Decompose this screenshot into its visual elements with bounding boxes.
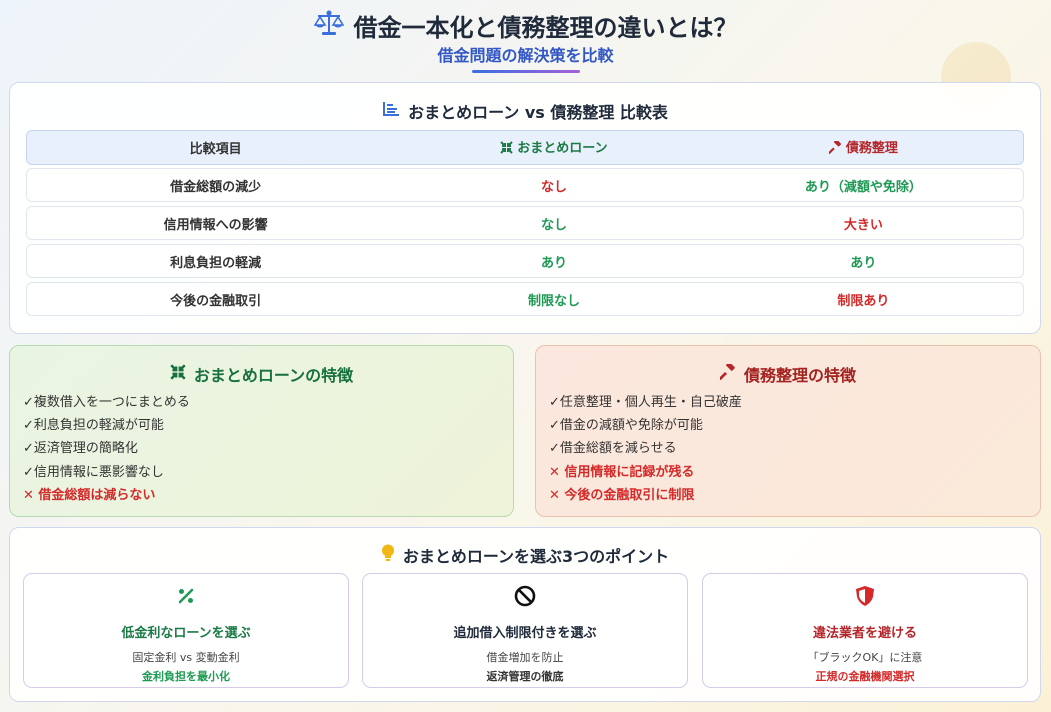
comparison-table-title: おまとめローン vs 債務整理 比較表 (10, 100, 1040, 122)
loan-features-title: おまとめローンの特徴 (10, 363, 513, 385)
points-title: おまとめローンを選ぶ3つのポイント (10, 544, 1040, 566)
compress-icon (500, 141, 513, 158)
table-row: 借金総額の減少 なし あり（減額や免除） (26, 168, 1024, 202)
loan-features-card: おまとめローンの特徴 ✓複数借入を一つにまとめる ✓利息負担の軽減が可能 ✓返済… (9, 345, 514, 517)
loan-features-list: ✓複数借入を一つにまとめる ✓利息負担の軽減が可能 ✓返済管理の簡略化 ✓信用情… (23, 391, 513, 507)
page-subtitle: 借金問題の解決策を比較 (437, 46, 614, 65)
point-card-low-interest: 低金利なローンを選ぶ 固定金利 vs 変動金利 金利負担を最小化 (23, 573, 349, 688)
comparison-table-card: おまとめローン vs 債務整理 比較表 比較項目 おまとめローン 債務整理 借金… (9, 82, 1041, 334)
header-item: 比較項目 (189, 142, 242, 157)
list-item: ✓信用情報に悪影響なし (23, 464, 164, 480)
lightbulb-icon (381, 544, 395, 566)
point-card-avoid-illegal: 違法業者を避ける 「ブラックOK」に注意 正規の金融機関選択 (702, 573, 1028, 688)
compress-icon (170, 364, 186, 384)
header-debt: 債務整理 (704, 137, 1023, 158)
table-row: 今後の金融取引 制限なし 制限あり (26, 282, 1024, 316)
list-item: ✕ 今後の金融取引に制限 (549, 487, 695, 503)
list-item: ✓借金総額を減らせる (549, 441, 677, 457)
points-card: おまとめローンを選ぶ3つのポイント 低金利なローンを選ぶ 固定金利 vs 変動金… (9, 527, 1041, 702)
gavel-icon (827, 139, 842, 158)
chart-bar-icon (382, 101, 400, 121)
gavel-icon (718, 362, 736, 384)
debt-features-title: 債務整理の特徴 (536, 362, 1040, 385)
list-item: ✓利息負担の軽減が可能 (23, 418, 164, 434)
ban-icon (514, 585, 536, 611)
table-row: 利息負担の軽減 あり あり (26, 244, 1024, 278)
table-header-row: 比較項目 おまとめローン 債務整理 (26, 130, 1024, 165)
subtitle-underline (471, 70, 580, 73)
header-loan: おまとめローン (404, 137, 703, 158)
list-item: ✕ 借金総額は減らない (23, 487, 156, 503)
point-card-borrow-limit: 追加借入制限付きを選ぶ 借金増加を防止 返済管理の徹底 (362, 573, 688, 688)
page-title: 借金一本化と債務整理の違いとは？ (353, 13, 738, 42)
shield-icon (855, 585, 875, 611)
table-row: 信用情報への影響 なし 大きい (26, 206, 1024, 240)
scale-icon (313, 10, 344, 40)
list-item: ✓借金の減額や免除が可能 (549, 418, 703, 434)
page-header: 借金一本化と債務整理の違いとは？ 借金問題の解決策を比較 (0, 8, 1051, 73)
list-item: ✓返済管理の簡略化 (23, 441, 138, 457)
percent-icon (177, 587, 195, 609)
list-item: ✓複数借入を一つにまとめる (23, 395, 190, 410)
list-item: ✕ 信用情報に記録が残る (549, 464, 695, 480)
debt-features-list: ✓任意整理・個人再生・自己破産 ✓借金の減額や免除が可能 ✓借金総額を減らせる … (549, 391, 1040, 507)
list-item: ✓任意整理・個人再生・自己破産 (549, 395, 742, 410)
debt-features-card: 債務整理の特徴 ✓任意整理・個人再生・自己破産 ✓借金の減額や免除が可能 ✓借金… (535, 345, 1041, 517)
